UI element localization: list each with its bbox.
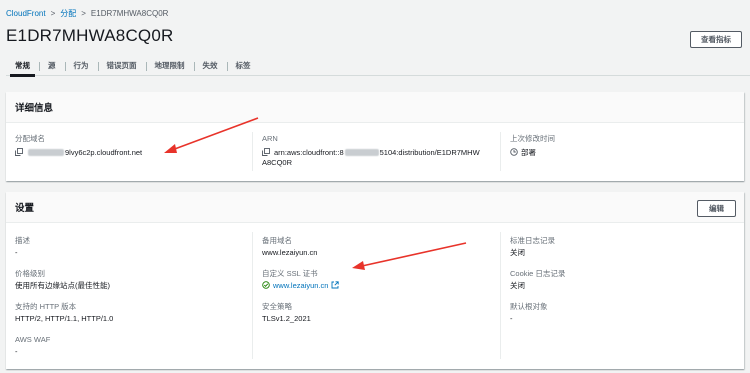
breadcrumb-cloudfront-link[interactable]: CloudFront <box>6 9 46 18</box>
standard-logging-field: 标准日志记录 关闭 <box>510 236 748 258</box>
security-policy-label: 安全策略 <box>262 302 292 311</box>
alternate-domain-value: www.lezaiyun.cn <box>262 248 318 257</box>
breadcrumb: CloudFront > 分配 > E1DR7MHWA8CQ0R <box>6 6 168 20</box>
alternate-domain-field: 备用域名 www.lezaiyun.cn <box>262 236 500 258</box>
edit-button[interactable]: 编辑 <box>697 200 736 217</box>
arn-label: ARN <box>262 134 278 143</box>
redacted-text <box>344 149 379 156</box>
check-circle-icon <box>262 281 270 289</box>
arn-suffix: 5104:distribution/E1DR7MHW <box>379 148 480 157</box>
description-field: 描述 - <box>15 236 253 258</box>
breadcrumb-current: E1DR7MHWA8CQ0R <box>90 8 169 18</box>
details-panel: 详细信息 分配域名 9lvy6c2p.cloudfront.net ARN ar… <box>6 92 744 181</box>
price-class-field: 价格级别 使用所有边缘站点(最佳性能) <box>15 269 253 291</box>
settings-title: 设置 <box>15 203 35 214</box>
settings-panel: 设置 编辑 描述 - 价格级别 使用所有边缘站点(最佳性能) 支持的 HTTP … <box>6 192 744 369</box>
settings-header: 设置 编辑 <box>6 192 744 223</box>
price-class-value: 使用所有边缘站点(最佳性能) <box>15 281 110 290</box>
cookie-logging-label: Cookie 日志记录 <box>510 269 566 278</box>
settings-col-3: 标准日志记录 关闭 Cookie 日志记录 关闭 默认根对象 - <box>510 236 748 335</box>
breadcrumb-separator-icon: > <box>50 8 56 18</box>
ssl-certificate-label: 自定义 SSL 证书 <box>262 269 318 278</box>
distribution-domain-text: 9lvy6c2p.cloudfront.net <box>65 148 143 157</box>
redacted-text <box>28 149 64 156</box>
details-header: 详细信息 <box>6 92 744 123</box>
external-link-icon[interactable] <box>331 281 340 289</box>
details-col-3: 上次修改时间 部署 <box>510 134 748 158</box>
column-divider <box>500 132 501 171</box>
default-root-object-field: 默认根对象 - <box>510 302 748 324</box>
tab-geo-restrictions[interactable]: 地理限制 <box>145 56 194 76</box>
arn-prefix: arn:aws:cloudfront::8 <box>274 148 344 157</box>
tab-origins[interactable]: 源 <box>39 56 65 76</box>
cookie-logging-field: Cookie 日志记录 关闭 <box>510 269 748 291</box>
distribution-domain-value: 9lvy6c2p.cloudfront.net <box>15 148 253 158</box>
column-divider <box>500 232 501 359</box>
details-title: 详细信息 <box>15 103 54 114</box>
clock-icon <box>510 148 518 156</box>
arn-value: arn:aws:cloudfront::8 5104:distribution/E… <box>262 148 500 158</box>
tab-bar: 常规 源 行为 错误页面 地理限制 失效 标签 <box>6 56 750 77</box>
http-versions-value: HTTP/2, HTTP/1.1, HTTP/1.0 <box>15 314 114 323</box>
tab-tags[interactable]: 标签 <box>226 56 260 76</box>
waf-label: AWS WAF <box>15 335 51 344</box>
settings-col-2: 备用域名 www.lezaiyun.cn 自定义 SSL 证书 www.leza… <box>262 236 500 335</box>
standard-logging-label: 标准日志记录 <box>510 236 555 245</box>
view-metrics-button[interactable]: 查看指标 <box>690 31 742 48</box>
http-versions-field: 支持的 HTTP 版本 HTTP/2, HTTP/1.1, HTTP/1.0 <box>15 302 253 324</box>
ssl-certificate-field: 自定义 SSL 证书 www.lezaiyun.cn <box>262 269 500 291</box>
ssl-certificate-value[interactable]: www.lezaiyun.cn <box>262 281 500 291</box>
distribution-domain-label: 分配域名 <box>15 134 45 143</box>
description-value: - <box>15 248 18 257</box>
default-root-object-value: - <box>510 314 513 323</box>
column-divider <box>252 132 253 171</box>
tab-error-pages[interactable]: 错误页面 <box>97 56 146 76</box>
tab-behaviors[interactable]: 行为 <box>64 56 98 76</box>
column-divider <box>252 232 253 359</box>
waf-value: - <box>15 347 18 356</box>
copy-icon[interactable] <box>15 148 23 156</box>
http-versions-label: 支持的 HTTP 版本 <box>15 302 77 311</box>
security-policy-value: TLSv1.2_2021 <box>262 314 311 323</box>
cookie-logging-value: 关闭 <box>510 281 525 290</box>
settings-col-1: 描述 - 价格级别 使用所有边缘站点(最佳性能) 支持的 HTTP 版本 HTT… <box>15 236 253 368</box>
description-label: 描述 <box>15 236 30 245</box>
details-col-1: 分配域名 9lvy6c2p.cloudfront.net <box>15 134 253 158</box>
tab-invalidations[interactable]: 失效 <box>193 56 227 76</box>
last-modified-label: 上次修改时间 <box>510 134 555 143</box>
standard-logging-value: 关闭 <box>510 248 525 257</box>
tab-general[interactable]: 常规 <box>6 56 39 77</box>
price-class-label: 价格级别 <box>15 269 45 278</box>
security-policy-field: 安全策略 TLSv1.2_2021 <box>262 302 500 324</box>
last-modified-text: 部署 <box>521 148 536 157</box>
waf-field: AWS WAF - <box>15 335 253 357</box>
details-col-2: ARN arn:aws:cloudfront::8 5104:distributi… <box>262 134 500 168</box>
copy-icon[interactable] <box>262 148 270 156</box>
arn-value-line2: A8CQ0R <box>262 158 293 167</box>
page-title: E1DR7MHWA8CQ0R <box>6 26 174 45</box>
alternate-domain-label: 备用域名 <box>262 236 292 245</box>
last-modified-value: 部署 <box>510 148 748 158</box>
breadcrumb-distributions-link[interactable]: 分配 <box>60 8 76 19</box>
ssl-certificate-link[interactable]: www.lezaiyun.cn <box>273 281 328 290</box>
breadcrumb-separator-icon: > <box>81 8 86 18</box>
default-root-object-label: 默认根对象 <box>510 302 548 311</box>
